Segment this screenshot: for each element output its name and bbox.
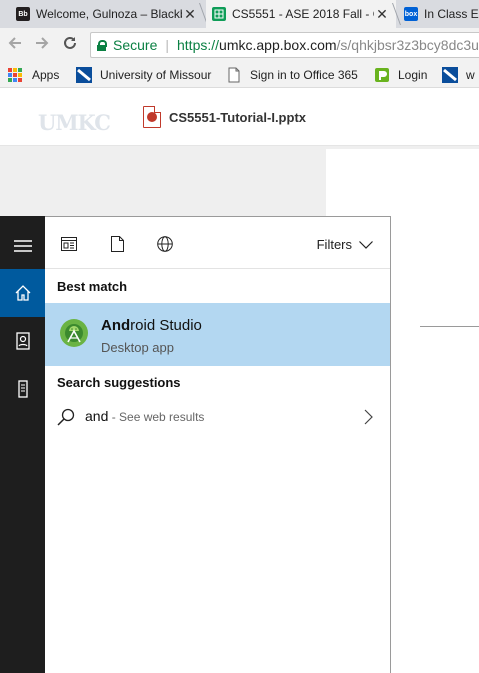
filters-label: Filters <box>316 237 352 252</box>
notebook-icon <box>15 332 30 350</box>
umkc-bookmark-icon <box>76 67 92 83</box>
documents-filter-icon <box>110 236 124 252</box>
box-header: UMKC CS5551-Tutorial-I.pptx <box>0 89 479 146</box>
bookmark-office-365[interactable]: Sign in to Office 365 <box>226 66 358 84</box>
bookmark-label: Login <box>398 68 428 82</box>
url-host: umkc.app.box.com <box>219 37 337 53</box>
best-match-heading: Best match <box>57 279 128 294</box>
lock-icon <box>97 39 107 51</box>
tab-title: CS5551 - ASE 2018 Fall - Google Sheets <box>232 7 374 21</box>
security-indicator[interactable]: Secure <box>97 37 157 53</box>
bookmark-umkc-extra[interactable]: w <box>442 66 475 84</box>
chevron-down-icon <box>359 240 373 249</box>
device-button[interactable] <box>0 365 45 413</box>
bookmark-label: w <box>466 68 475 82</box>
powerpoint-file-icon <box>143 106 161 128</box>
reload-button[interactable] <box>59 34 81 56</box>
apps-filter-icon <box>61 237 77 251</box>
hamburger-menu-icon <box>13 240 32 252</box>
tab-in-class-exercise[interactable]: box In Class Exercise <box>398 0 479 28</box>
browser-toolbar: Secure | https:// umkc.app.box.com /s/qh… <box>0 28 479 62</box>
best-match-result[interactable]: Android Studio Desktop app <box>45 303 390 366</box>
start-menu-rail <box>0 216 45 673</box>
back-button[interactable] <box>4 34 26 56</box>
search-filter-toolbar: Filters <box>45 217 390 269</box>
bookmark-label: Sign in to Office 365 <box>250 68 358 82</box>
tab-title: Welcome, Gulnoza – Blackboard <box>36 7 182 21</box>
file-name: CS5551-Tutorial-I.pptx <box>169 109 307 125</box>
web-filter-button[interactable] <box>156 235 174 253</box>
suggestion-query: and - See web results <box>85 408 204 424</box>
close-tab-icon[interactable]: ✕ <box>374 6 390 23</box>
home-button[interactable] <box>0 269 45 317</box>
suggestion-hint: - See web results <box>108 410 205 424</box>
search-suggestions-heading: Search suggestions <box>57 375 181 390</box>
app-name-rest: roid Studio <box>130 317 202 334</box>
bookmark-login[interactable]: Login <box>374 66 427 84</box>
box-favicon-icon: box <box>404 7 418 21</box>
bookmark-university-of-missouri[interactable]: University of Missouri <box>76 66 212 84</box>
google-sheets-favicon-icon <box>212 7 226 21</box>
hamburger-menu-button[interactable] <box>0 222 45 270</box>
file-title: CS5551-Tutorial-I.pptx <box>143 106 306 128</box>
app-type: Desktop app <box>101 340 174 355</box>
tab-google-sheets[interactable]: CS5551 - ASE 2018 Fall - Google Sheets ✕ <box>206 0 396 28</box>
search-results-panel: Filters Best match Android Studio Deskto… <box>45 216 391 673</box>
filters-dropdown[interactable]: Filters <box>317 237 373 252</box>
close-tab-icon[interactable]: ✕ <box>182 6 198 23</box>
bookmarks-bar: Apps University of Missouri Sign in to O… <box>0 62 479 88</box>
blackboard-favicon-icon: Bb <box>16 7 30 21</box>
omnibox-divider: | <box>165 37 169 53</box>
reload-icon <box>64 36 76 49</box>
home-icon <box>15 285 30 301</box>
documents-filter-button[interactable] <box>108 235 126 253</box>
slide-divider-line <box>420 326 479 327</box>
query-text: and <box>85 408 109 424</box>
tab-strip: Bb Welcome, Gulnoza – Blackboard ✕ CS555… <box>0 0 479 28</box>
page-icon <box>228 67 240 83</box>
web-filter-icon <box>157 236 173 252</box>
back-arrow-icon <box>8 37 21 49</box>
url-path: /s/qhkjbsr3z3bcy8dc3u <box>336 37 479 53</box>
web-suggestion-item[interactable]: and - See web results <box>45 401 390 433</box>
tab-blackboard[interactable]: Bb Welcome, Gulnoza – Blackboard ✕ <box>0 0 204 28</box>
apps-grid-icon <box>8 68 22 82</box>
chevron-right-icon[interactable] <box>364 409 373 425</box>
app-name: Android Studio <box>101 317 202 334</box>
app-name-match: And <box>101 317 131 334</box>
url-scheme: https:// <box>177 37 220 53</box>
umkc-logo[interactable]: UMKC <box>38 110 111 135</box>
bookmark-apps[interactable]: Apps <box>8 66 59 84</box>
notebook-button[interactable] <box>0 317 45 365</box>
apps-filter-button[interactable] <box>60 235 78 253</box>
bookmark-label: Apps <box>32 68 60 82</box>
address-bar[interactable]: Secure | https:// umkc.app.box.com /s/qh… <box>90 32 479 58</box>
tab-title: In Class Exercise <box>424 7 479 21</box>
device-tower-icon <box>17 380 28 398</box>
android-studio-icon <box>60 319 88 347</box>
forward-arrow-icon <box>36 37 49 49</box>
forward-button[interactable] <box>31 34 53 56</box>
bookmark-label: University of Missouri <box>100 68 212 82</box>
umkc-bookmark-icon <box>442 67 458 83</box>
green-login-icon <box>375 68 389 82</box>
secure-label: Secure <box>113 37 158 53</box>
search-icon <box>57 408 75 426</box>
